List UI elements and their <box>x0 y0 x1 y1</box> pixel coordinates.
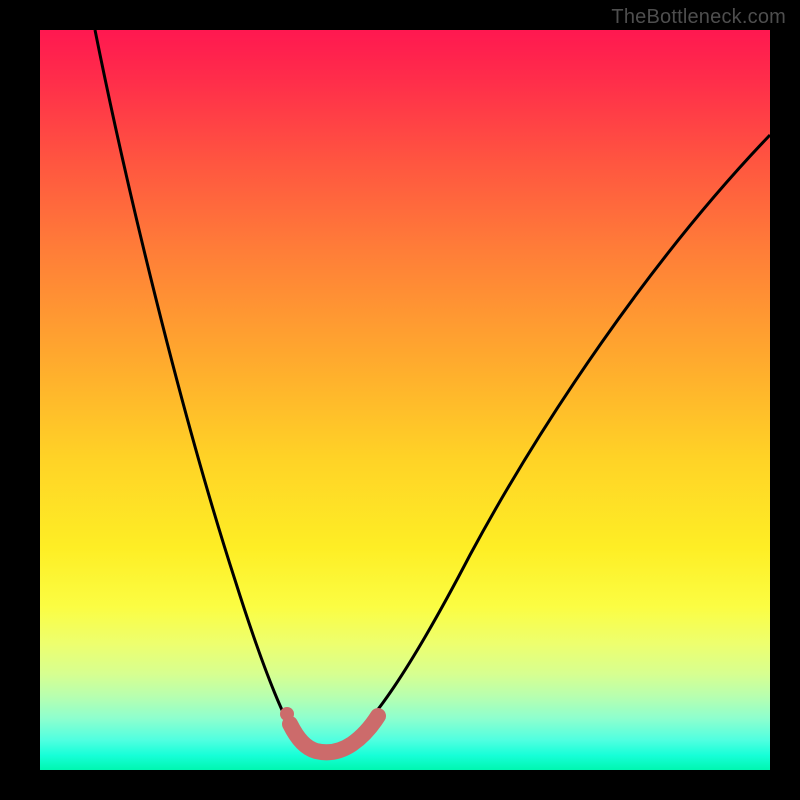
plot-area <box>40 30 770 770</box>
bottleneck-curve <box>40 30 770 770</box>
highlight-dot <box>280 707 294 721</box>
curve-path <box>95 30 770 752</box>
watermark-text: TheBottleneck.com <box>611 6 786 29</box>
highlight-band <box>290 716 378 752</box>
chart-frame: TheBottleneck.com <box>0 0 800 800</box>
